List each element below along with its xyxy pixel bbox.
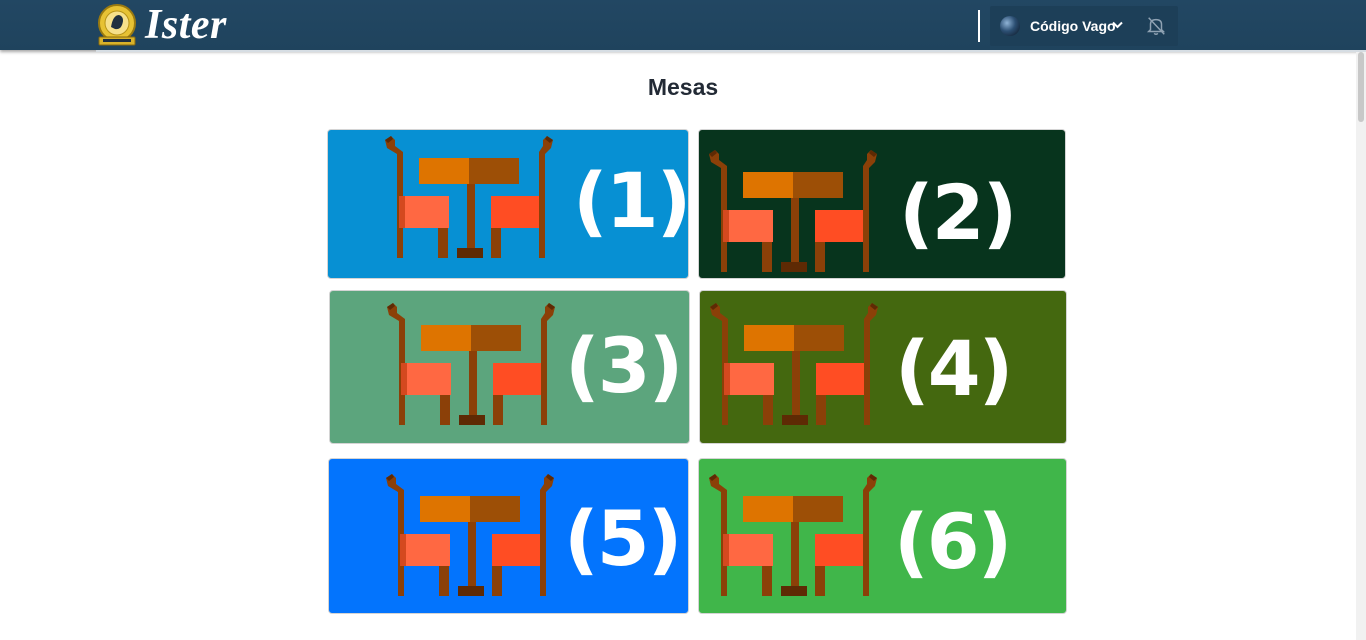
table-number: (6) (894, 497, 1012, 586)
table-chairs-icon (709, 474, 877, 596)
table-card-3[interactable]: (3) (329, 290, 690, 444)
scrollbar[interactable] (1356, 52, 1366, 640)
table-number: (4) (895, 324, 1013, 413)
page-title: Mesas (647, 74, 719, 100)
user-avatar (1000, 16, 1020, 36)
user-menu[interactable]: Código Vago (990, 6, 1178, 46)
table-number: (1) (573, 156, 689, 245)
table-card-4[interactable]: (4) (699, 290, 1067, 444)
table-card-1[interactable]: (1) (327, 129, 689, 279)
table-card-6[interactable]: (6) (698, 458, 1067, 614)
table-card-2[interactable]: (2) (698, 129, 1066, 279)
ister-logo-icon[interactable] (95, 3, 139, 48)
brand-name[interactable]: Ister (145, 1, 227, 49)
table-chairs-icon (387, 303, 555, 425)
table-chairs-icon (710, 303, 878, 425)
table-chairs-icon (386, 474, 554, 596)
table-number: (5) (564, 494, 682, 583)
table-number: (2) (899, 168, 1017, 257)
top-navbar: Ister Código Vago (0, 0, 1366, 50)
navbar-underline (96, 50, 1366, 52)
table-chairs-icon (385, 136, 553, 258)
chevron-down-icon (1112, 21, 1123, 29)
table-chairs-icon (709, 150, 877, 272)
user-name: Código Vago (1030, 18, 1116, 34)
bell-off-icon[interactable] (1145, 15, 1167, 37)
table-card-5[interactable]: (5) (328, 458, 689, 614)
table-number: (3) (565, 321, 683, 410)
navbar-divider (978, 10, 980, 42)
